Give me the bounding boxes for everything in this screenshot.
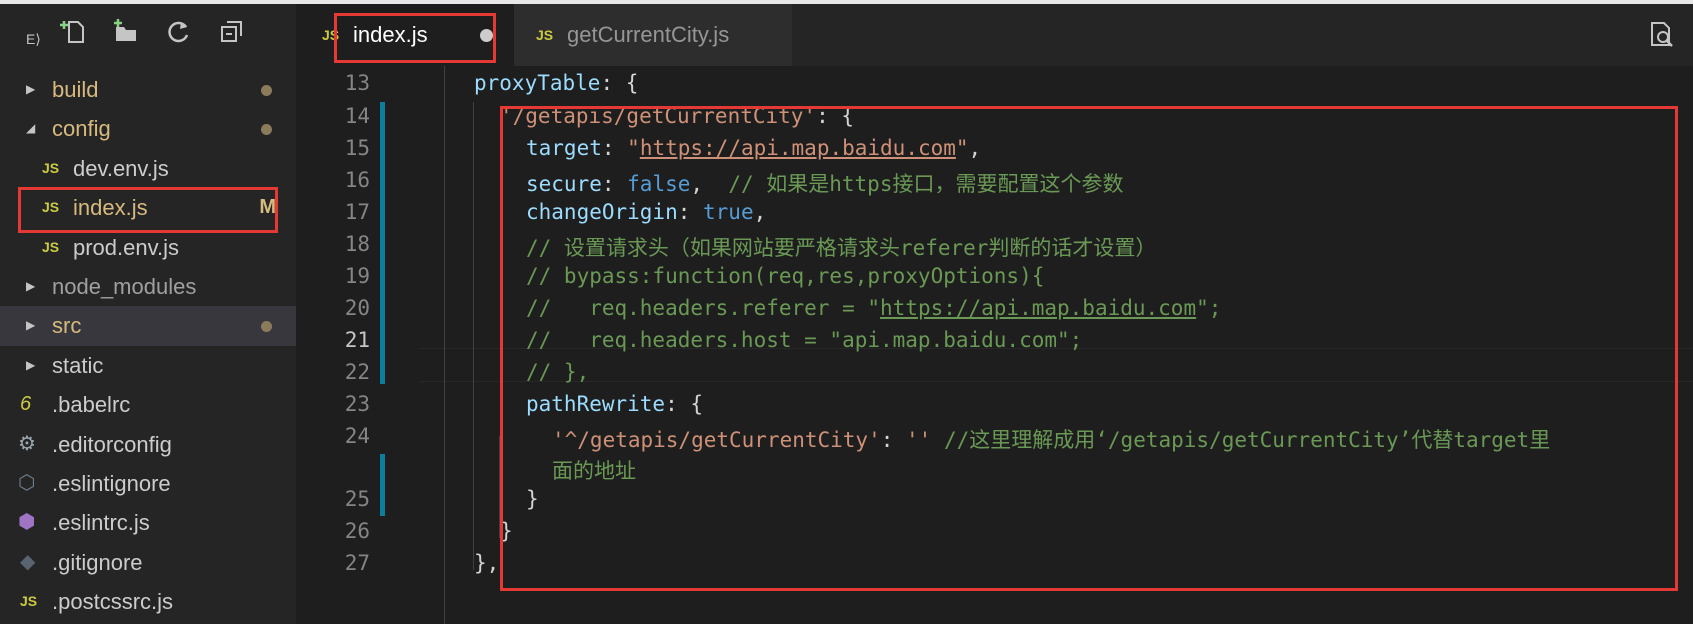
- highlight-box-tab: [334, 13, 496, 63]
- tree-item-dev-env[interactable]: JS dev.env.js: [0, 149, 296, 188]
- git-icon: ◆: [20, 550, 36, 573]
- tree-item-editorconfig[interactable]: ⚙ .editorconfig: [0, 425, 296, 464]
- js-file-icon: JS: [20, 593, 38, 610]
- tree-item-config[interactable]: ◢ config: [0, 109, 296, 148]
- tree-item-src[interactable]: ▶ src: [0, 306, 296, 346]
- tree-item-build[interactable]: ▶ build: [0, 70, 296, 109]
- git-modified-gutter: [380, 102, 385, 384]
- editor-tab-bar: JS index.js JS getCurrentCity.js: [296, 4, 1693, 66]
- tree-item-gitignore[interactable]: ◆ .gitignore: [0, 543, 296, 582]
- indent-guide: [444, 66, 445, 624]
- new-file-icon[interactable]: [60, 18, 88, 54]
- explorer-toolbar: E⟩: [0, 4, 296, 66]
- highlight-box-code: [500, 106, 1678, 591]
- indent-guide: [473, 102, 474, 570]
- modified-dot-icon: [261, 85, 272, 96]
- new-folder-icon[interactable]: [112, 18, 140, 54]
- tree-item-static[interactable]: ▶ static: [0, 346, 296, 385]
- git-modified-gutter: [380, 454, 385, 516]
- explorer-sidebar: E⟩ ▶ build ◢ config JS dev.env.js JS ind…: [0, 4, 296, 624]
- tab-getcurrentcity-js[interactable]: JS getCurrentCity.js: [514, 4, 792, 66]
- code-line-27: },: [474, 551, 500, 575]
- chevron-right-icon: ▶: [26, 278, 36, 293]
- modified-dot-icon: [261, 124, 272, 136]
- collapse-all-icon[interactable]: [218, 18, 246, 54]
- js-file-icon: JS: [42, 238, 60, 255]
- highlight-box-sidebar-file: [18, 187, 278, 233]
- gear-icon: ⚙: [18, 432, 36, 455]
- chevron-right-icon: ▶: [26, 82, 36, 96]
- tab-label: getCurrentCity.js: [567, 22, 730, 47]
- babel-icon: 6: [20, 393, 32, 416]
- js-file-icon: JS: [42, 159, 60, 176]
- tree-item-babelrc[interactable]: 6 .babelrc: [0, 385, 296, 424]
- js-file-icon: JS: [536, 27, 554, 43]
- tree-item-eslintignore[interactable]: ⬡ .eslintignore: [0, 464, 296, 503]
- tree-item-prod-env[interactable]: JS prod.env.js: [0, 228, 296, 267]
- chevron-right-icon: ▶: [26, 357, 36, 372]
- explorer-title: E⟩: [26, 31, 41, 47]
- file-tree: ▶ build ◢ config JS dev.env.js JS index.…: [0, 70, 296, 621]
- eslint-icon: ⬡: [18, 471, 36, 494]
- chevron-down-icon: ◢: [26, 121, 36, 136]
- chevron-right-icon: ▶: [26, 318, 36, 333]
- refresh-icon[interactable]: [165, 18, 193, 54]
- tree-item-eslintrc[interactable]: ⬢ .eslintrc.js: [0, 503, 296, 542]
- open-preview-icon[interactable]: [1649, 20, 1675, 48]
- tree-item-node-modules[interactable]: ▶ node_modules: [0, 267, 296, 306]
- code-line-13: proxyTable: {: [474, 71, 639, 95]
- tree-item-postcssrc[interactable]: JS .postcssrc.js: [0, 582, 296, 621]
- modified-dot-icon: [261, 321, 272, 333]
- eslint-icon: ⬢: [18, 511, 36, 534]
